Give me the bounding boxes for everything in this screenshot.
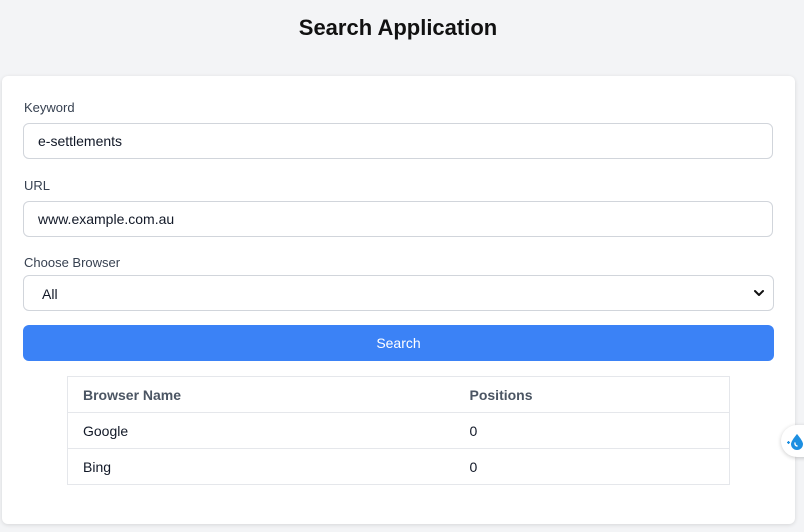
browser-select-value: All — [42, 286, 58, 302]
search-button[interactable]: Search — [23, 325, 774, 361]
search-form-card: Keyword URL Choose Browser All Search Br… — [2, 76, 795, 524]
column-header-positions: Positions — [454, 376, 730, 413]
keyword-input[interactable] — [23, 123, 773, 159]
position-cell: 0 — [454, 448, 730, 485]
table-row: Google 0 — [67, 412, 730, 449]
browser-label: Choose Browser — [24, 255, 121, 270]
page-title: Search Application — [298, 15, 498, 40]
droplet-icon — [787, 434, 803, 450]
url-input[interactable] — [23, 201, 773, 237]
column-header-browser-name: Browser Name — [67, 376, 455, 413]
url-label: URL — [24, 178, 51, 193]
results-table: Browser Name Positions Google 0 Bing 0 — [67, 376, 730, 485]
chevron-down-icon — [754, 290, 764, 296]
browser-name-cell: Bing — [67, 448, 455, 485]
browser-select[interactable]: All — [23, 275, 774, 311]
table-row: Bing 0 — [67, 448, 730, 485]
table-header-row: Browser Name Positions — [67, 376, 730, 413]
browser-name-cell: Google — [67, 412, 455, 449]
keyword-label: Keyword — [24, 100, 75, 115]
position-cell: 0 — [454, 412, 730, 449]
